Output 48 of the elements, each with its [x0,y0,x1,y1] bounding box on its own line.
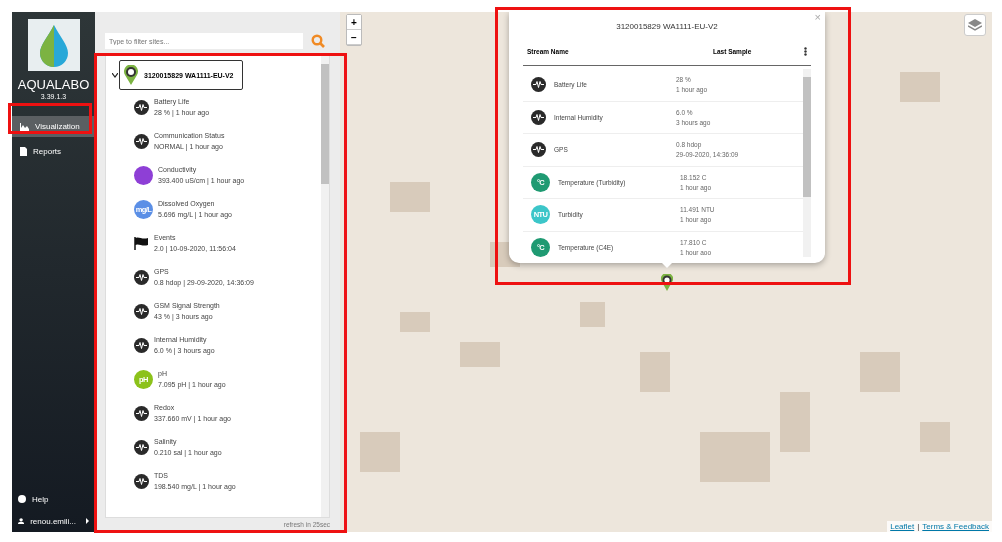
popup-title: 3120015829 WA1111-EU-V2 [615,22,719,31]
building-drawing [580,302,605,327]
scrollbar[interactable] [803,69,811,257]
waveform-icon [134,405,149,421]
waveform-icon [531,142,546,158]
waveform-icon [134,337,149,353]
waveform-icon [134,269,149,285]
user-icon [18,517,25,525]
waveform-icon [531,77,546,93]
map-pin-icon[interactable] [661,274,673,291]
building-drawing [700,432,770,482]
map-pin-icon [124,65,138,85]
brand-name: AQUALABO [17,77,90,92]
chevron-icon[interactable] [112,72,118,78]
waveform-icon [134,99,149,115]
search-icon[interactable] [311,34,325,48]
chart-icon [20,122,29,131]
building-drawing [780,392,810,452]
waveform-icon [134,439,149,455]
nav-item[interactable]: Reports [12,141,95,162]
waveform-icon [134,133,149,149]
scrollbar[interactable] [321,56,329,517]
help-icon [18,495,26,503]
attribution-link[interactable]: Terms & Feedback [922,522,989,531]
logo-icon [27,19,80,71]
waveform-icon [134,303,149,319]
user-menu[interactable]: renou.emili... [12,510,95,532]
layers-button[interactable] [964,14,986,36]
building-drawing [920,422,950,452]
building-drawing [860,352,900,392]
building-drawing [900,72,940,102]
document-icon [20,147,27,156]
building-drawing [640,352,670,392]
zoom-in-button[interactable]: + [347,15,361,30]
building-drawing [360,432,400,472]
separator: | [917,522,920,531]
building-drawing [400,312,430,332]
layers-icon [968,19,982,31]
help-link[interactable]: Help [12,488,95,510]
building-drawing [390,182,430,212]
attribution-link[interactable]: Leaflet [890,522,915,531]
zoom-out-button[interactable]: − [347,30,361,45]
waveform-icon [531,109,546,125]
flag-icon [134,236,149,250]
caret-icon [86,518,89,524]
waveform-icon [134,473,149,489]
building-drawing [460,342,500,367]
more-icon[interactable] [804,47,807,56]
